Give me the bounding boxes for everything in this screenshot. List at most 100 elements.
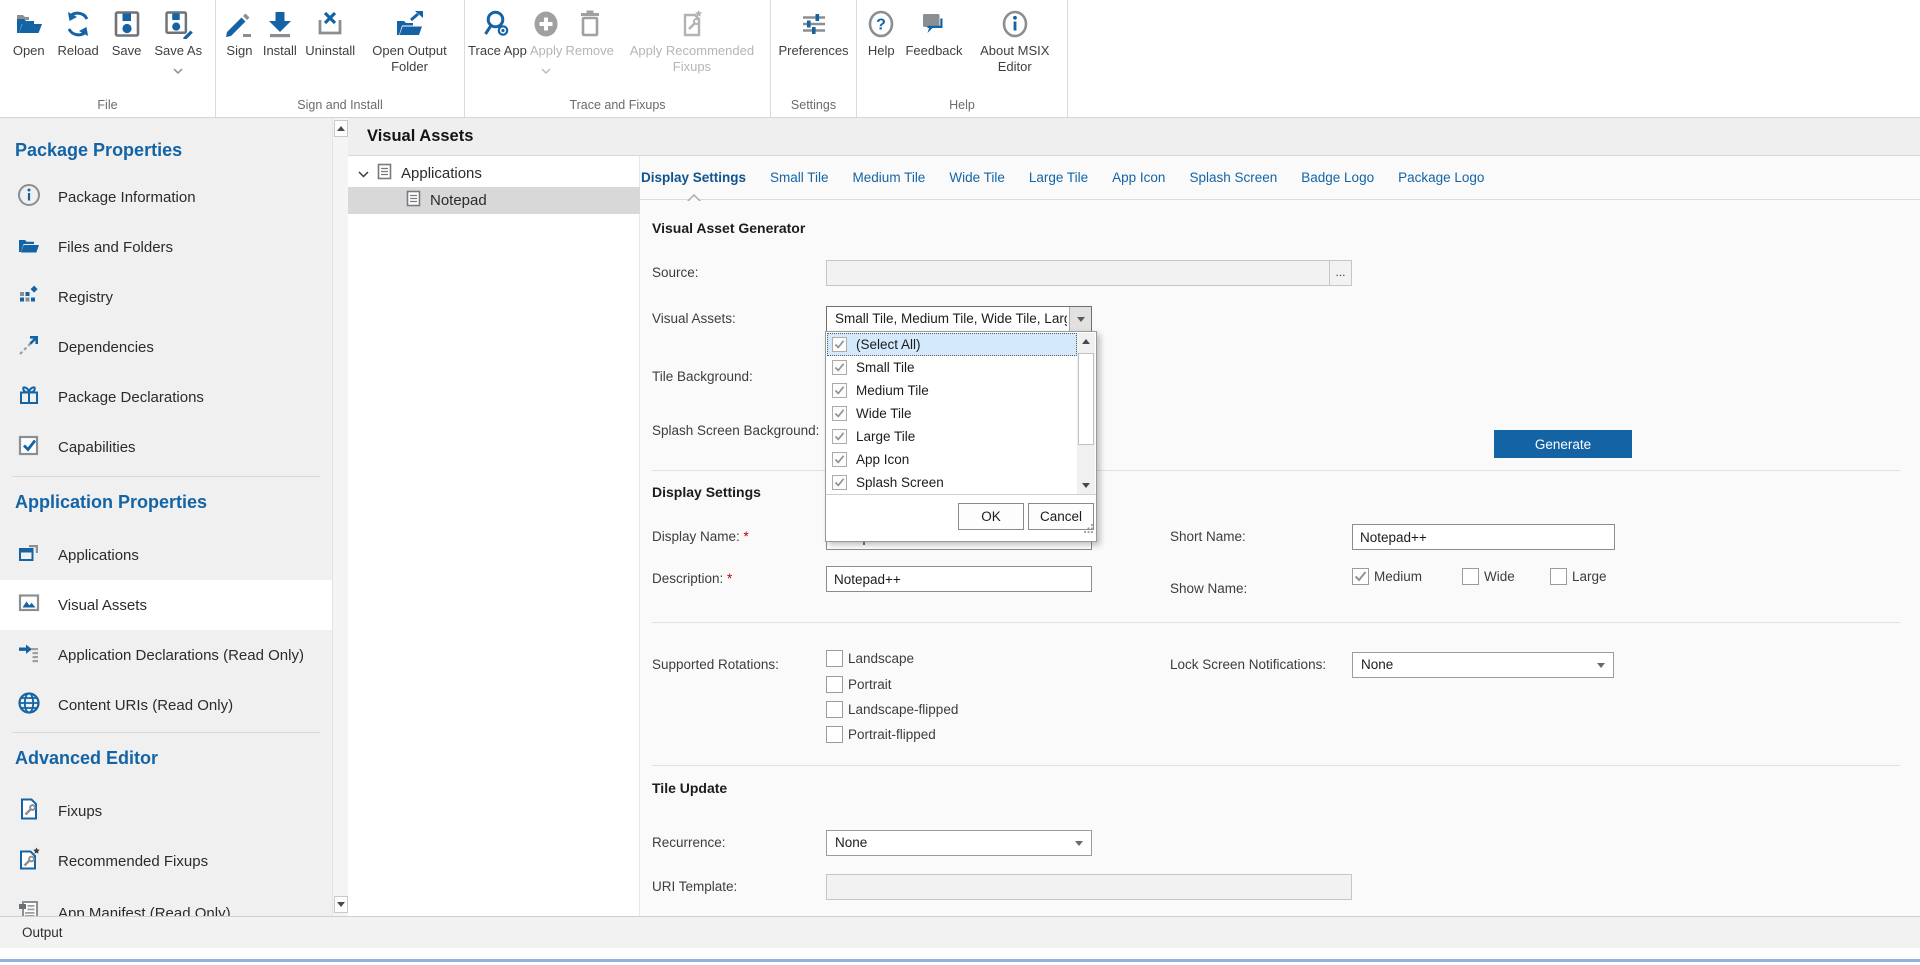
trace-app-button[interactable]: Trace App bbox=[468, 7, 527, 59]
sidebar-item-package-information[interactable]: Package Information bbox=[0, 172, 332, 222]
save-as-button[interactable]: Save As bbox=[154, 7, 202, 79]
uninstall-button[interactable]: Uninstall bbox=[305, 7, 355, 59]
tab-large-tile[interactable]: Large Tile bbox=[1029, 156, 1088, 200]
tab-wide-tile[interactable]: Wide Tile bbox=[949, 156, 1005, 200]
open-output-folder-icon bbox=[395, 7, 425, 41]
toolbar-group-label-sign-install: Sign and Install bbox=[216, 98, 464, 112]
install-button[interactable]: Install bbox=[263, 7, 297, 59]
trace-app-icon bbox=[482, 7, 512, 41]
dropdown-scrollbar[interactable] bbox=[1077, 333, 1095, 494]
dropdown-item-splash-screen[interactable]: Splash Screen bbox=[827, 471, 1077, 494]
reload-button[interactable]: Reload bbox=[58, 7, 99, 59]
output-bar[interactable]: Output bbox=[0, 916, 1920, 948]
chevron-down-icon bbox=[1597, 663, 1605, 672]
resize-grip[interactable] bbox=[1083, 521, 1094, 539]
sidebar-item-app-manifest[interactable]: App Manifest (Read Only) bbox=[0, 888, 332, 916]
help-button[interactable]: ? Help bbox=[866, 7, 896, 59]
sidebar-item-visual-assets[interactable]: Visual Assets bbox=[0, 580, 332, 630]
dropdown-item-select-all[interactable]: (Select All) bbox=[827, 333, 1077, 356]
recurrence-dropdown[interactable]: None bbox=[826, 830, 1092, 856]
tab-display-settings[interactable]: Display Settings bbox=[641, 156, 746, 200]
declarations-icon bbox=[17, 641, 41, 670]
dropdown-item-large-tile[interactable]: Large Tile bbox=[827, 425, 1077, 448]
scroll-down-icon[interactable] bbox=[1077, 477, 1095, 494]
remove-icon bbox=[575, 7, 605, 41]
rotation-landscape-checkbox[interactable] bbox=[826, 650, 843, 667]
sidebar-item-application-declarations[interactable]: Application Declarations (Read Only) bbox=[0, 630, 332, 680]
sidebar-item-recommended-fixups[interactable]: Recommended Fixups bbox=[0, 836, 332, 886]
save-as-label: Save As bbox=[154, 43, 202, 59]
description-input[interactable] bbox=[826, 566, 1092, 592]
dropdown-footer: OK Cancel bbox=[826, 494, 1096, 541]
short-name-input[interactable] bbox=[1352, 524, 1615, 550]
show-name-wide-checkbox[interactable] bbox=[1462, 568, 1479, 585]
source-input[interactable] bbox=[826, 260, 1352, 286]
dropdown-item-wide-tile[interactable]: Wide Tile bbox=[827, 402, 1077, 425]
sidebar-item-dependencies[interactable]: Dependencies bbox=[0, 322, 332, 372]
show-name-medium-checkbox[interactable] bbox=[1352, 568, 1369, 585]
image-icon bbox=[17, 591, 41, 620]
rotation-portrait-checkbox[interactable] bbox=[826, 676, 843, 693]
save-button[interactable]: Save bbox=[112, 7, 142, 59]
checked-checkbox[interactable] bbox=[832, 475, 847, 490]
scroll-up-icon[interactable] bbox=[334, 120, 348, 137]
preferences-button[interactable]: Preferences bbox=[778, 7, 848, 59]
sidebar-item-applications[interactable]: Applications bbox=[0, 530, 332, 580]
dropdown-item-small-tile[interactable]: Small Tile bbox=[827, 356, 1077, 379]
dropdown-item-medium-tile[interactable]: Medium Tile bbox=[827, 379, 1077, 402]
apply-recommended-fixups-button[interactable]: Apply Recommended Fixups bbox=[617, 7, 767, 74]
checked-checkbox[interactable] bbox=[832, 360, 847, 375]
uri-template-input[interactable] bbox=[826, 874, 1352, 900]
rotation-portrait-flipped-checkbox[interactable] bbox=[826, 726, 843, 743]
tab-app-icon[interactable]: App Icon bbox=[1112, 156, 1165, 200]
chevron-down-icon[interactable] bbox=[358, 165, 369, 183]
sidebar-item-fixups[interactable]: Fixups bbox=[0, 786, 332, 836]
show-name-large-checkbox[interactable] bbox=[1550, 568, 1567, 585]
sidebar-scrollbar[interactable] bbox=[332, 118, 348, 916]
rotation-landscape-flipped-checkbox[interactable] bbox=[826, 701, 843, 718]
chevron-down-icon bbox=[173, 61, 183, 79]
sidebar-item-content-uris[interactable]: Content URIs (Read Only) bbox=[0, 680, 332, 730]
open-output-folder-button[interactable]: Open Output Folder bbox=[364, 7, 456, 74]
tab-package-logo[interactable]: Package Logo bbox=[1398, 156, 1484, 200]
tab-medium-tile[interactable]: Medium Tile bbox=[853, 156, 926, 200]
chevron-down-icon[interactable] bbox=[1069, 307, 1091, 331]
checked-checkbox[interactable] bbox=[832, 337, 847, 352]
visual-assets-combobox[interactable]: Small Tile, Medium Tile, Wide Tile, Larg… bbox=[826, 306, 1092, 332]
lock-screen-notifications-dropdown[interactable]: None bbox=[1352, 652, 1614, 678]
browse-button[interactable]: ... bbox=[1329, 260, 1352, 286]
apply-button[interactable]: Apply bbox=[530, 7, 563, 79]
divider bbox=[652, 765, 1900, 766]
sidebar-item-files-and-folders[interactable]: Files and Folders bbox=[0, 222, 332, 272]
tab-badge-logo[interactable]: Badge Logo bbox=[1301, 156, 1374, 200]
reload-label: Reload bbox=[58, 43, 99, 59]
sidebar-item-package-declarations[interactable]: Package Declarations bbox=[0, 372, 332, 422]
page-title-bar: Visual Assets bbox=[348, 118, 1920, 156]
tree-node-notepad[interactable]: Notepad bbox=[348, 187, 640, 214]
scroll-up-icon[interactable] bbox=[1077, 333, 1095, 350]
scrollbar-thumb[interactable] bbox=[1078, 353, 1094, 445]
tab-splash-screen[interactable]: Splash Screen bbox=[1189, 156, 1277, 200]
generate-button[interactable]: Generate bbox=[1494, 430, 1632, 458]
divider bbox=[652, 622, 1900, 623]
checked-checkbox[interactable] bbox=[832, 429, 847, 444]
remove-button[interactable]: Remove bbox=[565, 7, 613, 59]
tree-node-applications[interactable]: Applications bbox=[348, 160, 640, 187]
tab-small-tile[interactable]: Small Tile bbox=[770, 156, 829, 200]
feedback-button[interactable]: Feedback bbox=[905, 7, 962, 59]
sidebar-item-capabilities[interactable]: Capabilities bbox=[0, 422, 332, 472]
ok-button[interactable]: OK bbox=[958, 503, 1024, 530]
about-msix-editor-button[interactable]: About MSIX Editor bbox=[972, 7, 1058, 74]
sidebar-item-registry[interactable]: Registry bbox=[0, 272, 332, 322]
dropdown-item-app-icon[interactable]: App Icon bbox=[827, 448, 1077, 471]
open-button[interactable]: Open bbox=[13, 7, 45, 59]
tree-panel: Applications Notepad bbox=[348, 156, 640, 916]
checked-checkbox[interactable] bbox=[832, 406, 847, 421]
checked-checkbox[interactable] bbox=[832, 383, 847, 398]
save-as-icon bbox=[163, 7, 193, 41]
toolbar-group-sign-install: Sign Install Uninstall Open Output Folde… bbox=[216, 0, 465, 117]
splash-screen-background-label: Splash Screen Background: bbox=[652, 418, 819, 444]
checked-checkbox[interactable] bbox=[832, 452, 847, 467]
sign-button[interactable]: Sign bbox=[224, 7, 254, 59]
scroll-down-icon[interactable] bbox=[334, 896, 348, 913]
